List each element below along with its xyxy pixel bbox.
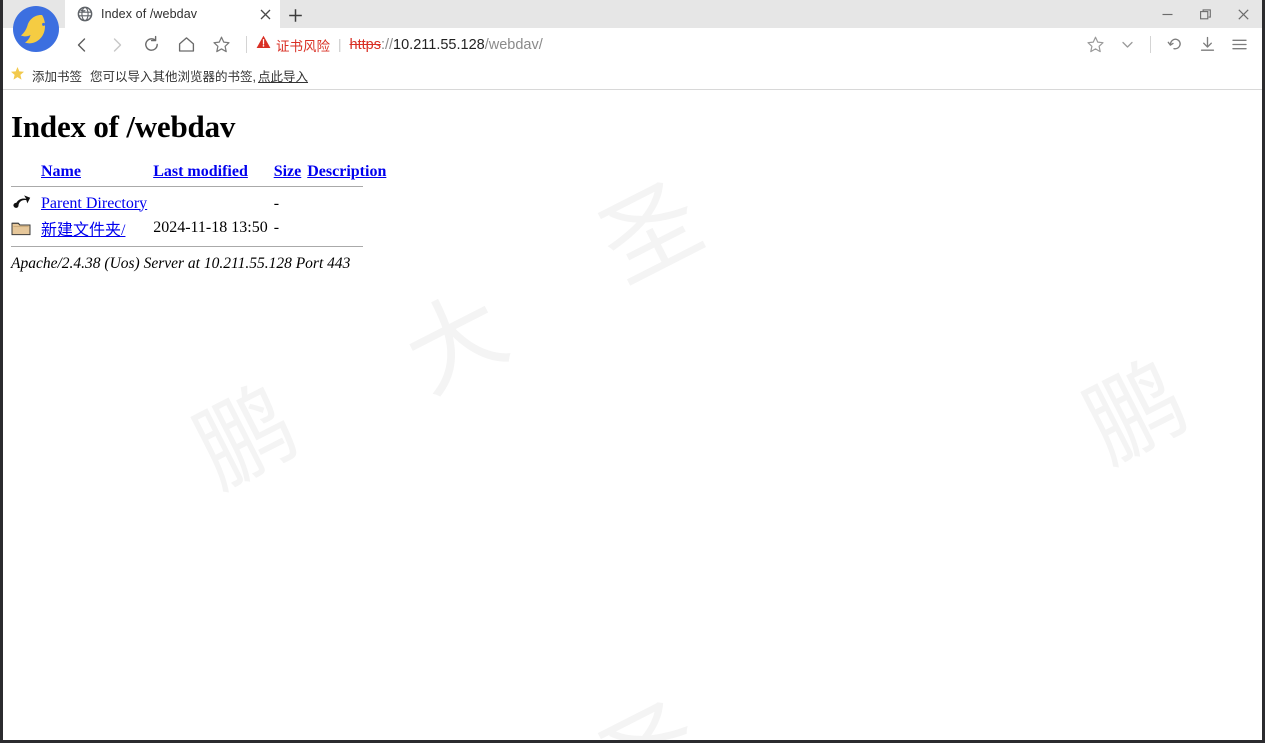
sort-by-name-link[interactable]: Name [41, 163, 81, 180]
directory-link[interactable]: 新建文件夹/ [41, 222, 125, 239]
url-scheme: https [349, 36, 381, 53]
column-icon-header [11, 163, 41, 181]
back-arrow-icon[interactable] [65, 30, 98, 60]
browser-toolbar: 证书风险 | https://10.211.55.128/webdav/ [3, 28, 1262, 61]
globe-icon [77, 6, 93, 22]
apache-directory-index: Index of /webdav Name Last modified Size [3, 109, 1262, 273]
restore-icon[interactable] [1186, 0, 1224, 28]
row-description-cell [307, 192, 392, 215]
tab-close-icon[interactable] [256, 5, 274, 23]
star-filled-icon [10, 66, 25, 84]
row-name-cell: 新建文件夹/ [41, 215, 153, 241]
tab-bar: Index of /webdav [3, 0, 1262, 52]
browser-logo-icon[interactable] [10, 3, 62, 55]
bookmarks-bar: 添加书签 您可以导入其他浏览器的书签, 点此导入 [3, 61, 1262, 90]
bookmark-star-icon[interactable] [205, 30, 238, 60]
address-bar[interactable]: 证书风险 | https://10.211.55.128/webdav/ [256, 30, 1080, 60]
column-last-modified-header: Last modified [153, 163, 274, 181]
sort-by-description-link[interactable]: Description [307, 163, 386, 180]
column-description-header: Description [307, 163, 392, 181]
bookmark-import-link[interactable]: 点此导入 [258, 66, 308, 85]
history-undo-icon[interactable] [1160, 30, 1190, 60]
sort-by-last-modified-link[interactable]: Last modified [153, 163, 248, 180]
column-name-header: Name [41, 163, 153, 181]
parent-directory-link[interactable]: Parent Directory [41, 195, 147, 212]
toolbar-divider-right [1150, 36, 1151, 53]
watermark-glyph: 鹏 [177, 366, 315, 510]
minimize-icon[interactable] [1148, 0, 1186, 28]
table-bottom-rule [11, 241, 392, 252]
row-description-cell [307, 215, 392, 241]
download-icon[interactable] [1192, 30, 1222, 60]
forward-arrow-icon [100, 30, 133, 60]
url-host: 10.211.55.128 [393, 36, 485, 53]
close-icon[interactable] [1224, 0, 1262, 28]
url-scheme-suffix: :// [380, 36, 394, 53]
table-header-row: Name Last modified Size Description [11, 163, 392, 181]
browser-window: Index of /webdav 证书风险 | https://10.211.5… [0, 0, 1265, 743]
watermark-glyph: 鹏 [1067, 341, 1205, 485]
row-name-cell: Parent Directory [41, 192, 153, 215]
tab-title: Index of /webdav [101, 7, 198, 21]
table-rule-cell [11, 181, 392, 192]
table-row[interactable]: 新建文件夹/ 2024-11-18 13:50 - [11, 215, 392, 241]
home-icon[interactable] [170, 30, 203, 60]
add-bookmark-label[interactable]: 添加书签 [32, 66, 82, 85]
row-last-modified-cell: 2024-11-18 13:50 [153, 219, 268, 236]
tab-strip: Index of /webdav [65, 0, 308, 28]
new-tab-button[interactable] [282, 2, 308, 28]
page-title: Index of /webdav [11, 109, 236, 144]
toolbar-divider [246, 36, 247, 53]
server-signature: Apache/2.4.38 (Uos) Server at 10.211.55.… [11, 255, 351, 272]
column-size-header: Size [274, 163, 308, 181]
row-last-modified-cell [153, 192, 274, 215]
page-viewport: 圣 大 鹏 鹏 圣 大 Index of /webdav Name Last m… [3, 90, 1262, 740]
star-icon[interactable] [1080, 30, 1110, 60]
window-controls [1148, 0, 1262, 28]
parent-directory-icon [11, 192, 41, 215]
chevron-down-icon[interactable] [1112, 30, 1142, 60]
url-path: /webdav/ [484, 36, 543, 53]
bookmark-import-hint: 您可以导入其他浏览器的书签, [90, 69, 256, 84]
toolbar-right-actions [1080, 30, 1262, 60]
reload-icon[interactable] [135, 30, 168, 60]
watermark-glyph: 圣 [583, 681, 719, 740]
menu-hamburger-icon[interactable] [1224, 30, 1254, 60]
omnibox-separator: | [338, 37, 342, 52]
table-rule-cell [11, 241, 392, 252]
table-row[interactable]: Parent Directory - [11, 192, 392, 215]
row-size-cell: - [273, 194, 280, 212]
directory-listing-table: Name Last modified Size Description Pare… [11, 163, 392, 252]
tab-index-of-webdav[interactable]: Index of /webdav [65, 0, 280, 28]
folder-icon [11, 215, 41, 241]
table-top-rule [11, 181, 392, 192]
certificate-warning-text: 证书风险 [276, 38, 330, 54]
row-size-cell: - [273, 219, 280, 236]
url-text: https://10.211.55.128/webdav/ [350, 37, 543, 53]
watermark-glyph: 大 [387, 271, 525, 415]
warning-triangle-icon [256, 35, 271, 54]
sort-by-size-link[interactable]: Size [274, 163, 302, 180]
